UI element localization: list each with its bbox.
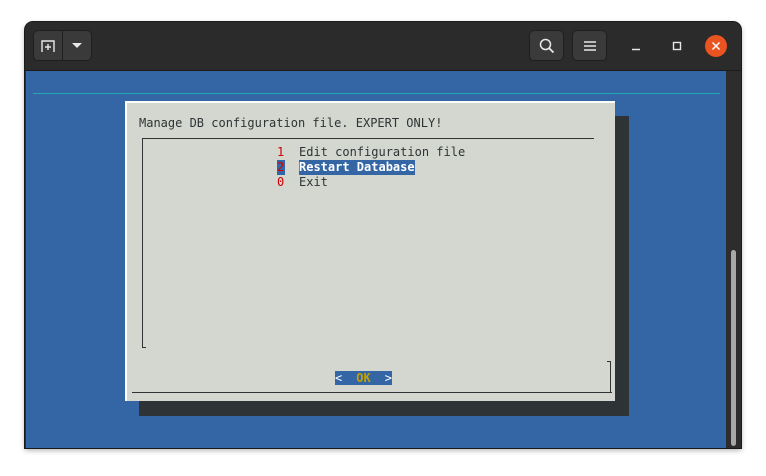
menu-item-label: Edit configuration file [299,145,466,159]
search-button[interactable] [529,30,564,61]
ok-button-label: OK [356,371,371,385]
menu-box-top-border [142,138,594,139]
minimize-icon [632,48,640,51]
maximize-button[interactable] [666,35,688,57]
dialog-title: Manage DB configuration file. EXPERT ONL… [139,116,443,130]
minimize-button[interactable] [625,35,647,57]
terminal-window: Manage DB configuration file. EXPERT ONL… [25,22,741,448]
ok-button[interactable]: < OK > [335,371,392,385]
new-tab-button[interactable] [34,31,62,60]
new-tab-split-button [33,30,92,61]
tab-dropdown-button[interactable] [63,31,91,60]
main-menu-button[interactable] [572,30,607,61]
ok-button-right-bracket: > [384,371,392,385]
new-tab-icon [41,39,55,52]
hamburger-menu-icon [583,40,596,51]
menu-item-edit-config[interactable]: 1 Edit configuration file [277,145,465,160]
close-button[interactable] [705,35,727,57]
dialog-bottom-border [132,392,612,393]
close-icon [711,41,721,51]
menu-item-label: Exit [299,175,328,189]
backtitle-rule [33,93,720,94]
maximize-icon [672,41,682,51]
menu-item-tag: 0 [277,175,285,189]
terminal-area[interactable]: Manage DB configuration file. EXPERT ONL… [26,71,726,448]
header-bar [25,22,741,71]
menu-item-tag: 1 [277,145,285,159]
menu-item-tag: 2 [277,160,285,175]
chevron-down-icon [71,42,82,48]
search-icon [539,38,554,53]
scrollbar-thumb[interactable] [731,250,736,446]
menu-item-label: Restart Database [299,160,415,175]
menu-box-left-border [142,138,143,348]
menu-item-exit[interactable]: 0 Exit [277,175,328,190]
ok-button-left-bracket: < [335,371,343,385]
config-dialog: Manage DB configuration file. EXPERT ONL… [125,101,615,401]
menu-item-restart-database[interactable]: 2 Restart Database [277,160,415,175]
